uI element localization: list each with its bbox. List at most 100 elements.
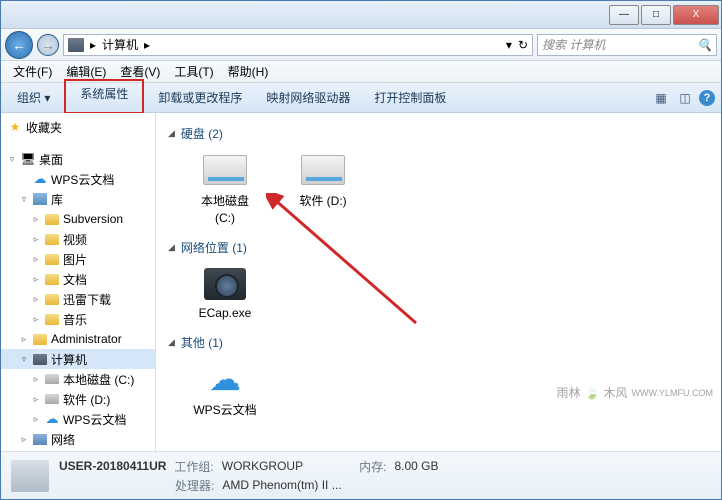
drive-icon [44,372,60,386]
expand-icon[interactable]: ▿ [19,194,29,205]
collapse-icon: ◢ [168,242,175,253]
expand-icon[interactable]: ▹ [31,234,41,245]
search-input[interactable]: 搜索 计算机 🔍 [537,34,717,56]
sidebar-item-label: 库 [51,191,63,208]
sidebar-item-label: WPS云文档 [51,171,114,188]
sidebar-item[interactable]: ▹ Administrator [1,329,155,349]
menu-tools[interactable]: 工具(T) [168,61,219,82]
status-computer-name: USER-20180411UR [59,459,166,473]
item-label: ECap.exe [199,306,252,320]
close-button[interactable]: X [673,5,719,25]
status-memory: 8.00 GB [394,459,438,473]
sidebar-item-label: 软件 (D:) [63,391,110,408]
nav-back-button[interactable]: ← [5,31,33,59]
refresh-icon[interactable]: ↻ [518,38,528,52]
item-label: (C:) [215,211,235,225]
status-label: 内存: [359,458,386,475]
file-item[interactable]: ☁ WPS云文档 [186,359,264,418]
file-item[interactable]: ECap.exe [186,264,264,320]
sidebar-item[interactable]: ▹☁WPS云文档 [1,409,155,429]
folder-icon [44,292,60,306]
minimize-button[interactable]: — [609,5,639,25]
sidebar-item-label: Administrator [51,332,122,346]
control-panel-button[interactable]: 打开控制面板 [364,86,456,109]
expand-icon[interactable]: ▿ [7,154,17,165]
search-placeholder: 搜索 计算机 [542,36,605,53]
item-label: 本地磁盘 [201,192,249,209]
breadcrumb-label[interactable]: 计算机 [102,36,138,53]
sidebar-desktop[interactable]: ▿ 🖥 桌面 [1,149,155,169]
sidebar-item[interactable]: ▹ Subversion [1,209,155,229]
drive-icon [44,392,60,406]
expand-icon[interactable]: ▹ [31,214,41,225]
file-item[interactable]: 本地磁盘 (C:) [186,150,264,225]
sidebar-label: 桌面 [39,151,63,168]
organize-button[interactable]: 组织 ▾ [7,86,60,109]
map-drive-button[interactable]: 映射网络驱动器 [256,86,360,109]
sidebar-item-label: WPS云文档 [63,411,126,428]
group-header[interactable]: ◢网络位置 (1) [168,239,709,256]
computer-icon [68,38,84,52]
expand-icon[interactable]: ▹ [19,334,29,345]
expand-icon[interactable]: ▹ [31,294,41,305]
address-dropdown-icon[interactable]: ▾ [506,38,512,52]
status-workgroup: WORKGROUP [222,459,303,473]
sidebar-item-label: 图片 [63,251,87,268]
item-label: 软件 (D:) [299,192,346,209]
maximize-button[interactable]: □ [641,5,671,25]
expand-icon[interactable]: ▹ [31,254,41,265]
item-label: WPS云文档 [193,401,256,418]
view-mode-icon[interactable]: ▦ [651,88,671,108]
address-bar[interactable]: ▸ 计算机 ▸ ▾ ↻ [63,34,533,56]
expand-icon[interactable]: ▹ [31,374,41,385]
group-header[interactable]: ◢其他 (1) [168,334,709,351]
sidebar-item[interactable]: ▹音乐 [1,309,155,329]
nav-forward-button[interactable]: → [37,34,59,56]
sidebar-item[interactable]: ▿计算机 [1,349,155,369]
sidebar-item-label: 本地磁盘 (C:) [63,371,134,388]
star-icon: ★ [7,120,23,134]
sidebar-item[interactable]: ▹ 网络 [1,429,155,449]
cloud-icon: ☁ [201,359,249,399]
sidebar-item[interactable]: ▹ 软件 (D:) [1,389,155,409]
group-header[interactable]: ◢硬盘 (2) [168,125,709,142]
sidebar-label: 收藏夹 [26,119,62,136]
expand-icon[interactable]: ▹ [31,414,41,425]
sidebar-item[interactable]: ▹ 图片 [1,249,155,269]
expand-icon[interactable]: ▿ [19,354,29,365]
drive-icon [301,155,345,185]
expand-icon[interactable]: ▹ [31,314,41,325]
sidebar-item[interactable]: ▿库 [1,189,155,209]
expand-icon[interactable]: ▹ [31,274,41,285]
system-properties-button[interactable]: 系统属性 [64,79,144,114]
menu-help[interactable]: 帮助(H) [222,61,275,82]
sidebar-item-label: Subversion [63,212,123,226]
folder-icon [44,232,60,246]
status-label: 处理器: [175,477,214,494]
network-icon [32,432,48,446]
sidebar-item-label: 视频 [63,231,87,248]
preview-pane-icon[interactable]: ◫ [675,88,695,108]
status-label: 工作组: [174,458,213,475]
group-title: 硬盘 (2) [181,125,223,142]
file-item[interactable]: 软件 (D:) [284,150,362,225]
sidebar-item[interactable]: ▹迅雷下载 [1,289,155,309]
sidebar-item-label: 网络 [51,431,75,448]
statusbar: USER-20180411UR 工作组: WORKGROUP 内存: 8.00 … [1,451,721,499]
expand-icon[interactable]: ▹ [19,434,29,445]
help-icon[interactable]: ? [699,90,715,106]
sidebar-item[interactable]: ▹ 文档 [1,269,155,289]
titlebar: — □ X [1,1,721,29]
drive-icon [203,155,247,185]
library-icon [32,192,48,206]
search-icon: 🔍 [697,38,712,52]
uninstall-button[interactable]: 卸载或更改程序 [148,86,252,109]
menu-file[interactable]: 文件(F) [7,61,58,82]
sidebar-item[interactable]: ▹ 本地磁盘 (C:) [1,369,155,389]
sidebar-item-label: 文档 [63,271,87,288]
sidebar-favorites[interactable]: ★ 收藏夹 [1,117,155,137]
folder-icon [32,332,48,346]
expand-icon[interactable]: ▹ [31,394,41,405]
sidebar-item[interactable]: ☁WPS云文档 [1,169,155,189]
sidebar-item[interactable]: ▹ 视频 [1,229,155,249]
